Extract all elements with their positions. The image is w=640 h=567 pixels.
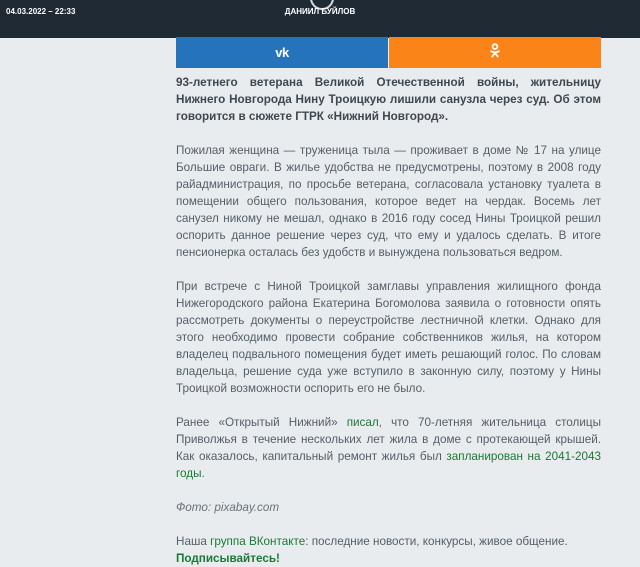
vk-share-button[interactable]: vk [176, 37, 388, 68]
article-paragraph-3: Ранее «Открытый Нижний» писал, что 70-ле… [176, 414, 601, 482]
promo-text: : последние новости, конкурсы, живое общ… [305, 535, 568, 548]
top-bar: 04.03.2022 – 22:33 ДАНИИЛ БУЙЛОВ [0, 0, 640, 38]
article-body: 93-летнего ветерана Великой Отечественно… [176, 74, 601, 567]
article-paragraph-2: При встрече с Ниной Троицкой замглавы уп… [176, 280, 601, 395]
ok-share-button[interactable] [389, 37, 601, 68]
paragraph-text: . [201, 467, 205, 480]
paragraph-text: Ранее «Открытый Нижний» [176, 416, 347, 429]
article-paragraph-1: Пожилая женщина — труженица тыла — прожи… [176, 144, 601, 259]
promo-text: Наша [176, 535, 211, 548]
wrote-link[interactable]: писал [347, 416, 379, 429]
odnoklassniki-icon [490, 42, 500, 63]
author-name[interactable]: ДАНИИЛ БУЙЛОВ [0, 7, 640, 16]
social-promo: Наша группа ВКонтакте: последние новости… [176, 533, 601, 567]
article-lead: 93-летнего ветерана Великой Отечественно… [176, 76, 601, 123]
photo-credit: Фото: pixabay.com [176, 501, 280, 514]
vk-icon: vk [275, 45, 289, 60]
subscribe-call: Подписывайтесь! [176, 552, 280, 565]
vk-group-link[interactable]: группа ВКонтакте [210, 535, 305, 548]
